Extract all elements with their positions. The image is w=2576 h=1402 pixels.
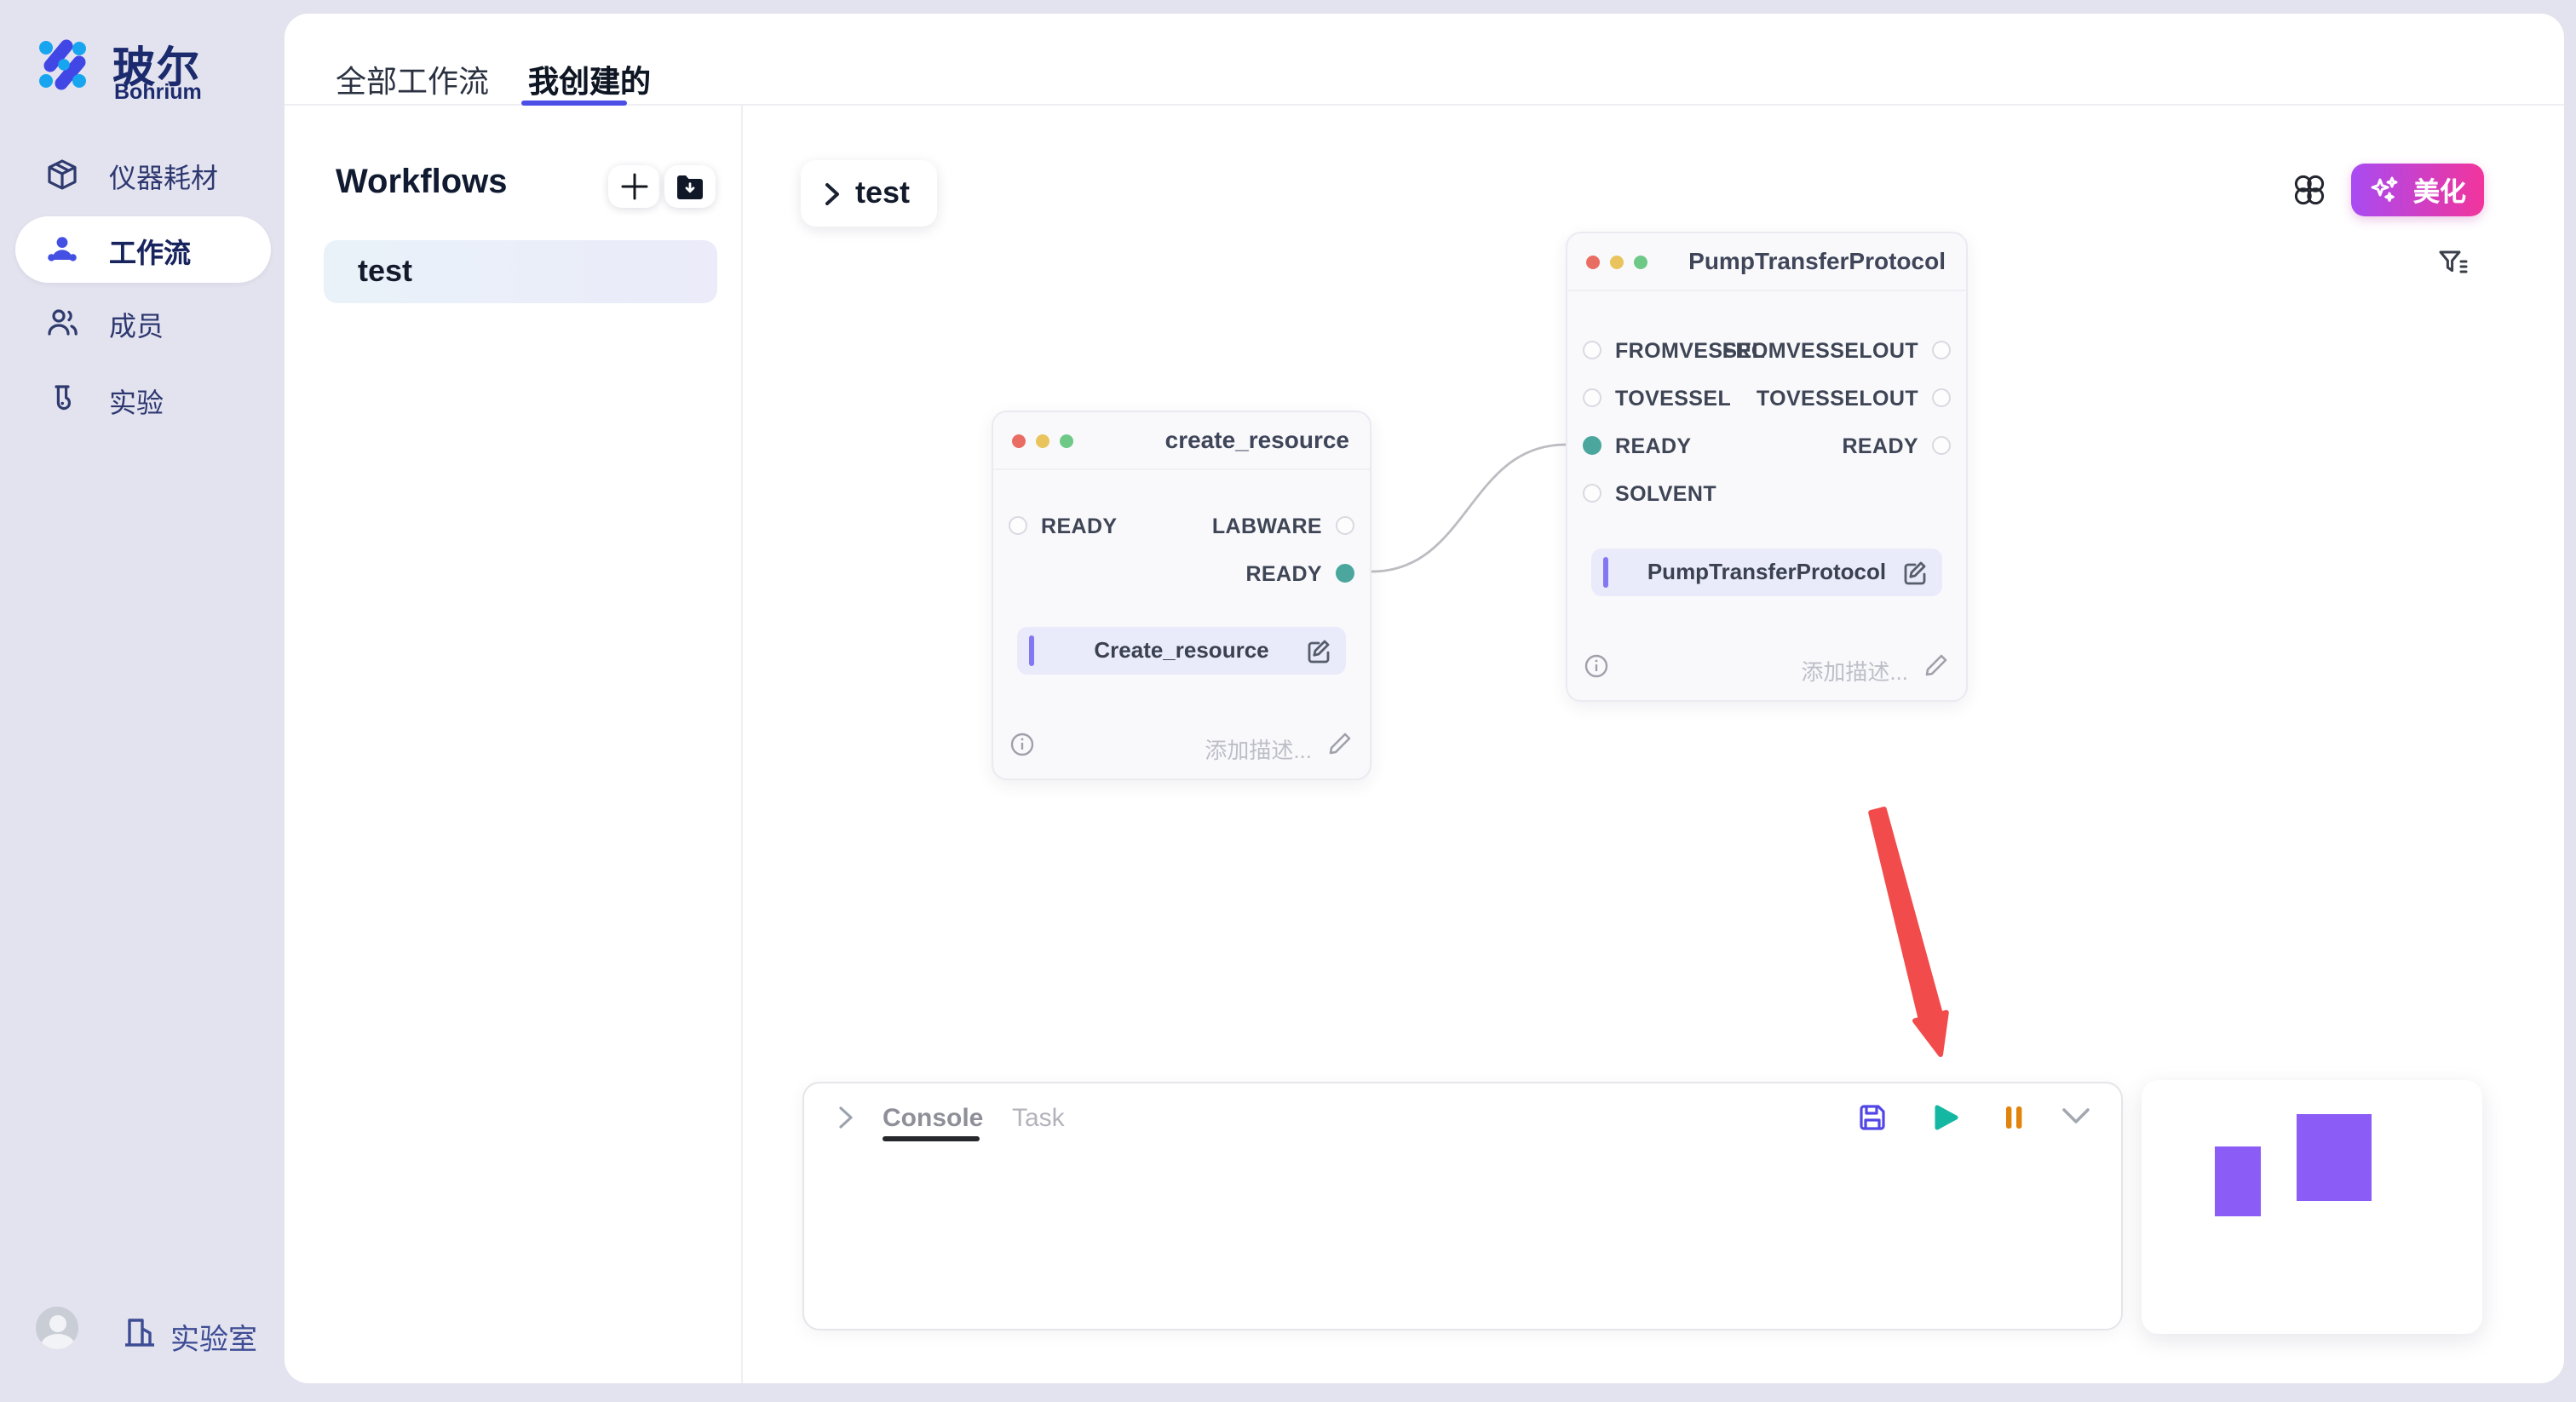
input-port-ready[interactable]: READY	[1583, 433, 1692, 458]
traffic-red-icon[interactable]	[1585, 256, 1599, 269]
function-name: PumpTransferProtocol	[1591, 549, 1942, 596]
console-tab-underline	[883, 1136, 980, 1141]
filter-icon[interactable]	[2438, 249, 2469, 279]
node-pump-transfer-protocol[interactable]: PumpTransferProtocol FROMVESSEL FROMVESS…	[1566, 232, 1968, 702]
input-port-tovessel[interactable]: TOVESSEL	[1583, 385, 1731, 411]
port-circle-icon[interactable]	[1336, 516, 1354, 535]
node-header: PumpTransferProtocol	[1567, 233, 1966, 291]
traffic-yellow-icon[interactable]	[1609, 256, 1623, 269]
port-circle-filled-icon[interactable]	[1336, 564, 1354, 583]
node-title: create_resource	[1165, 412, 1349, 468]
output-port-tovesselout[interactable]: TOVESSELOUT	[1757, 385, 1951, 411]
edit-icon[interactable]	[1305, 637, 1332, 664]
console-expand-chevron-icon[interactable]	[838, 1106, 854, 1129]
console-panel: Console Task	[802, 1082, 2123, 1330]
pencil-icon[interactable]	[1923, 652, 1949, 678]
app-window: 玻尔 Bohrium 仪器耗材	[0, 0, 2576, 1402]
input-port-ready[interactable]: READY	[1009, 513, 1118, 538]
traffic-red-icon[interactable]	[1011, 434, 1025, 448]
info-icon[interactable]	[1010, 733, 1034, 756]
port-circle-icon[interactable]	[1932, 388, 1951, 407]
node-function-pill[interactable]: Create_resource	[1017, 627, 1346, 675]
output-port-labware[interactable]: LABWARE	[1212, 513, 1354, 538]
output-port-ready[interactable]: READY	[1245, 560, 1354, 586]
chevron-right-icon	[825, 181, 840, 205]
node-header: create_resource	[993, 412, 1370, 470]
node-function-pill[interactable]: PumpTransferProtocol	[1591, 549, 1942, 596]
port-circle-icon[interactable]	[1009, 516, 1027, 535]
traffic-green-icon[interactable]	[1059, 434, 1072, 448]
port-circle-icon[interactable]	[1583, 484, 1601, 503]
minimap[interactable]	[2142, 1080, 2482, 1334]
console-tab[interactable]: Console	[883, 1104, 983, 1133]
pause-icon[interactable]	[1998, 1102, 2029, 1133]
task-tab[interactable]: Task	[1012, 1104, 1065, 1133]
port-circle-icon[interactable]	[1583, 388, 1601, 407]
description-placeholder[interactable]: 添加描述...	[1801, 654, 1908, 687]
node-connection-edge	[1371, 445, 1566, 572]
function-name: Create_resource	[1017, 627, 1346, 675]
edit-icon[interactable]	[1901, 559, 1929, 586]
port-circle-icon[interactable]	[1932, 436, 1951, 455]
traffic-green-icon[interactable]	[1633, 256, 1647, 269]
beautify-button[interactable]: 美化	[2351, 164, 2484, 216]
port-circle-icon[interactable]	[1932, 341, 1951, 359]
output-port-ready[interactable]: READY	[1842, 433, 1951, 458]
node-footer: 添加描述...	[1010, 729, 1353, 760]
pencil-icon[interactable]	[1327, 731, 1353, 756]
command-clover-icon[interactable]	[2291, 172, 2327, 208]
minimap-node-create-resource	[2215, 1146, 2261, 1216]
sparkles-icon	[2369, 174, 2401, 206]
beautify-label: 美化	[2413, 171, 2466, 209]
collapse-chevron-icon[interactable]	[2061, 1107, 2092, 1138]
port-circle-filled-icon[interactable]	[1583, 436, 1601, 455]
description-placeholder[interactable]: 添加描述...	[1205, 733, 1312, 765]
breadcrumb[interactable]: test	[801, 160, 937, 227]
node-footer: 添加描述...	[1584, 651, 1949, 681]
traffic-yellow-icon[interactable]	[1035, 434, 1049, 448]
save-icon[interactable]	[1857, 1102, 1888, 1133]
red-annotation-arrow	[1871, 809, 1946, 1054]
port-circle-icon[interactable]	[1583, 341, 1601, 359]
info-icon[interactable]	[1584, 654, 1608, 678]
breadcrumb-label: test	[855, 175, 910, 211]
node-title: PumpTransferProtocol	[1688, 233, 1946, 290]
run-icon[interactable]	[1930, 1102, 1961, 1133]
input-port-solvent[interactable]: SOLVENT	[1583, 480, 1716, 506]
minimap-node-pump-transfer	[2297, 1114, 2372, 1201]
node-create-resource[interactable]: create_resource READY LABWARE READY Crea…	[992, 411, 1371, 780]
output-port-fromvesselout[interactable]: FROMVESSELOUT	[1722, 337, 1951, 363]
